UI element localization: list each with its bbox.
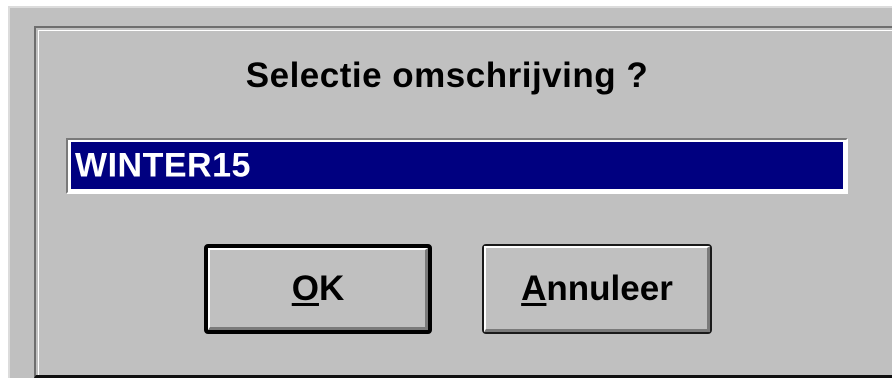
cancel-button[interactable]: Annuleer xyxy=(482,244,712,334)
cancel-button-accelerator: A xyxy=(521,269,547,308)
dialog-prompt: Selectie omschrijving ? xyxy=(245,56,649,95)
text-selection-highlight: WINTER15 xyxy=(71,142,843,189)
ok-button-accelerator: O xyxy=(291,269,319,308)
ok-button-label: OK xyxy=(208,269,428,309)
cancel-button-label-rest: nnuleer xyxy=(546,269,673,308)
description-input-value: WINTER15 xyxy=(75,146,251,184)
ok-button-label-rest: K xyxy=(318,269,345,308)
cancel-button-label: Annuleer xyxy=(484,269,710,309)
ok-button[interactable]: OK xyxy=(204,244,432,334)
description-input[interactable]: WINTER15 xyxy=(66,138,848,194)
